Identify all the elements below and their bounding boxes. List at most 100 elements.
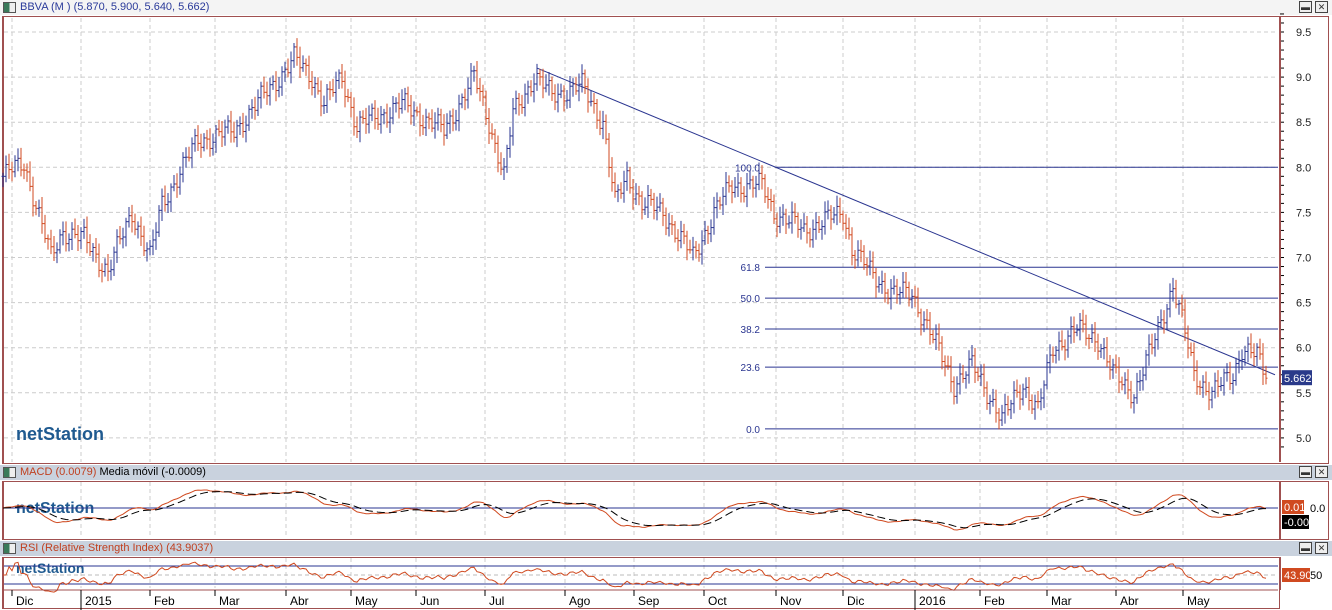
ohlc-bar	[265, 81, 269, 105]
ohlc-bar	[754, 175, 758, 198]
ohlc-bar	[598, 110, 602, 136]
ohlc-bar	[1021, 383, 1025, 406]
ohlc-bar	[163, 185, 167, 212]
ohlc-bar	[952, 376, 956, 405]
ohlc-bar	[1204, 371, 1208, 396]
ohlc-bar	[1090, 324, 1094, 343]
ohlc-bar	[1207, 381, 1211, 411]
ohlc-bar	[226, 115, 230, 134]
ohlc-bar	[310, 71, 314, 96]
ohlc-bar	[1057, 331, 1061, 361]
ohlc-bar	[925, 309, 929, 329]
ohlc-bar	[796, 212, 800, 238]
fibonacci-label: 38.2	[741, 325, 761, 336]
ohlc-bar	[946, 355, 950, 370]
ohlc-bar	[481, 84, 485, 107]
ohlc-bar	[130, 204, 134, 233]
ohlc-bar	[256, 89, 260, 117]
ohlc-bar	[895, 278, 899, 304]
ohlc-bar	[586, 78, 590, 113]
ohlc-bar	[910, 289, 914, 309]
ohlc-bar	[364, 107, 368, 134]
ohlc-bar	[1069, 316, 1073, 344]
ohlc-bar	[40, 196, 44, 234]
ohlc-bar	[1042, 380, 1046, 409]
ohlc-bar	[433, 112, 437, 139]
ohlc-bar	[982, 363, 986, 397]
ohlc-bar	[964, 371, 968, 389]
ohlc-bar	[289, 51, 293, 84]
ohlc-bar	[202, 133, 206, 152]
x-tick-label: Sep	[638, 594, 660, 608]
ohlc-bar	[1096, 333, 1100, 360]
ohlc-bar	[637, 185, 641, 206]
ohlc-bar	[466, 77, 470, 109]
ohlc-bar	[127, 206, 131, 228]
ohlc-bar	[694, 240, 698, 259]
ohlc-bar	[322, 95, 326, 114]
ohlc-bar	[19, 147, 23, 177]
ohlc-bar	[490, 123, 494, 140]
ohlc-bar	[865, 257, 869, 276]
ohlc-bar	[460, 93, 464, 109]
ohlc-bar	[409, 95, 413, 125]
ohlc-bar	[43, 214, 47, 243]
ohlc-bar	[223, 119, 227, 146]
ohlc-bar	[367, 105, 371, 134]
ohlc-bar	[1258, 338, 1262, 360]
ohlc-bar	[139, 216, 143, 246]
ohlc-bar	[739, 177, 743, 203]
x-tick-label: Feb	[154, 594, 175, 608]
ohlc-bar	[1183, 299, 1187, 342]
ohlc-bar	[580, 64, 584, 93]
ohlc-bar	[7, 153, 11, 179]
ohlc-bar	[955, 376, 959, 404]
ohlc-bar	[664, 207, 668, 236]
ohlc-bar	[298, 46, 302, 79]
x-tick-label: Dic	[847, 594, 864, 608]
ohlc-bar	[1072, 316, 1076, 343]
ohlc-bar	[1030, 394, 1034, 414]
ohlc-bar	[820, 220, 824, 240]
ohlc-bar	[346, 88, 350, 103]
ohlc-bar	[640, 191, 644, 220]
ohlc-bar	[913, 285, 917, 308]
ohlc-bar	[229, 110, 233, 143]
ohlc-bar	[571, 78, 575, 97]
ohlc-bar	[106, 253, 110, 282]
netstation-logo: netStation	[16, 560, 84, 576]
ohlc-bar	[1162, 310, 1166, 334]
x-tick-label: May	[1187, 594, 1210, 608]
ohlc-bar	[478, 78, 482, 102]
ohlc-bar	[844, 214, 848, 240]
ohlc-bar	[337, 69, 341, 90]
ohlc-bar	[766, 187, 770, 209]
x-tick-label: Jun	[420, 594, 439, 608]
ohlc-bar	[1126, 369, 1130, 400]
ohlc-bar	[1114, 354, 1118, 374]
ohlc-bar	[523, 83, 527, 117]
ohlc-bar	[1192, 342, 1196, 382]
ohlc-bar	[1120, 376, 1124, 391]
ohlc-bar	[1261, 343, 1265, 385]
ohlc-bar	[595, 98, 599, 129]
ohlc-bar	[178, 166, 182, 195]
ohlc-bar	[1249, 333, 1253, 359]
ohlc-bar	[352, 97, 356, 136]
ohlc-bar	[142, 225, 146, 257]
ohlc-bar	[1174, 279, 1178, 309]
ohlc-bar	[1000, 404, 1004, 427]
ohlc-bar	[1048, 344, 1052, 374]
ohlc-bar	[46, 234, 50, 250]
ohlc-bar	[259, 81, 263, 109]
ohlc-bar	[685, 230, 689, 261]
ohlc-bar	[841, 210, 845, 231]
ohlc-bar	[919, 308, 923, 336]
ohlc-bar	[406, 86, 410, 113]
ohlc-bar	[37, 199, 41, 217]
ohlc-bar	[613, 172, 617, 198]
y-tick-label: 8.5	[1296, 117, 1311, 129]
x-tick-label: May	[355, 594, 378, 608]
ohlc-bar	[616, 184, 620, 203]
ohlc-bar	[451, 108, 455, 132]
